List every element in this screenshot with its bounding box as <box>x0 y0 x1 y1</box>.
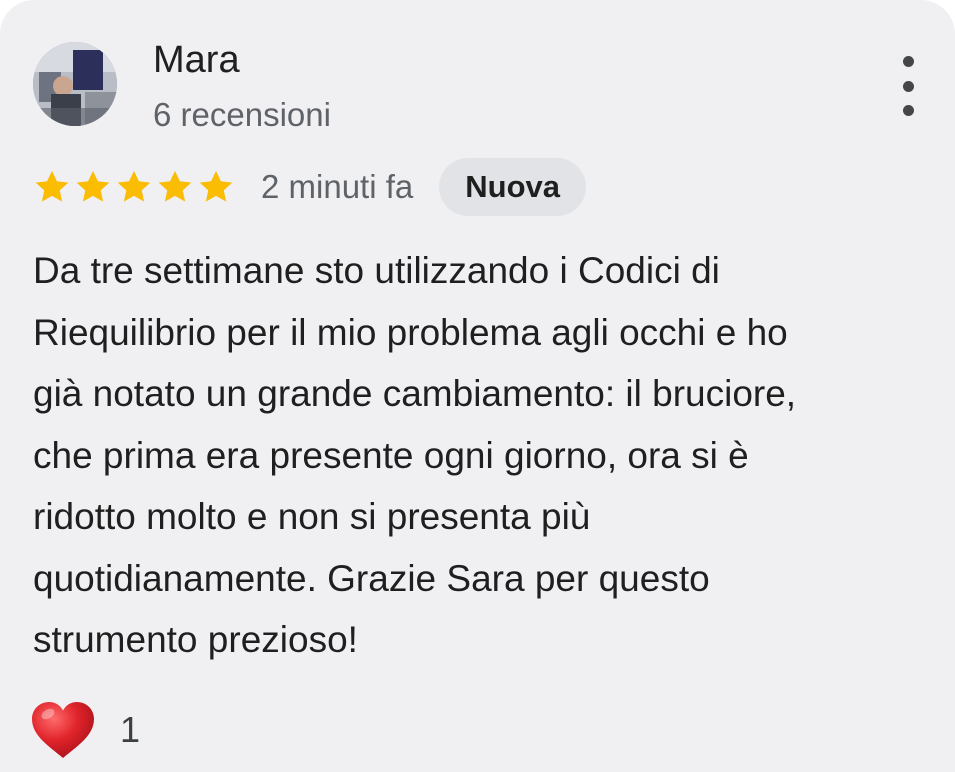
star-rating <box>33 168 235 206</box>
new-badge: Nuova <box>439 158 586 216</box>
review-text: Da tre settimane sto utilizzando i Codic… <box>33 240 933 671</box>
star-icon <box>35 170 69 202</box>
review-text-line: quotidianamente. Grazie Sara per questo <box>33 557 710 599</box>
reaction-button[interactable]: 1 <box>30 700 140 760</box>
avatar-image <box>33 42 117 126</box>
review-text-line: che prima era presente ogni giorno, ora … <box>33 434 749 476</box>
avatar[interactable] <box>33 42 117 126</box>
heart-icon <box>32 702 94 758</box>
rating-row: 2 minuti fa Nuova <box>33 158 586 216</box>
review-text-line: Da tre settimane sto utilizzando i Codic… <box>33 250 720 291</box>
star-icon <box>158 170 192 202</box>
reaction-count: 1 <box>120 709 141 750</box>
star-icon <box>199 170 233 202</box>
review-count: 6 recensioni <box>153 96 331 133</box>
star-icon <box>76 170 110 202</box>
more-vertical-icon <box>902 56 914 67</box>
star-icon <box>117 170 151 202</box>
review-text-line: ridotto molto e non si presenta più <box>33 496 591 537</box>
author-name[interactable]: Mara <box>153 38 240 82</box>
more-options-button[interactable] <box>888 56 928 116</box>
review-text-line: strumento prezioso! <box>33 619 358 660</box>
review-text-line: Riequilibrio per il mio problema agli oc… <box>33 311 788 353</box>
review-text-line: già notato un grande cambiamento: il bru… <box>33 373 797 414</box>
review-card: Mara 6 recensioni 2 minuti fa Nuova Da t… <box>0 0 955 772</box>
review-time: 2 minuti fa <box>261 168 414 205</box>
